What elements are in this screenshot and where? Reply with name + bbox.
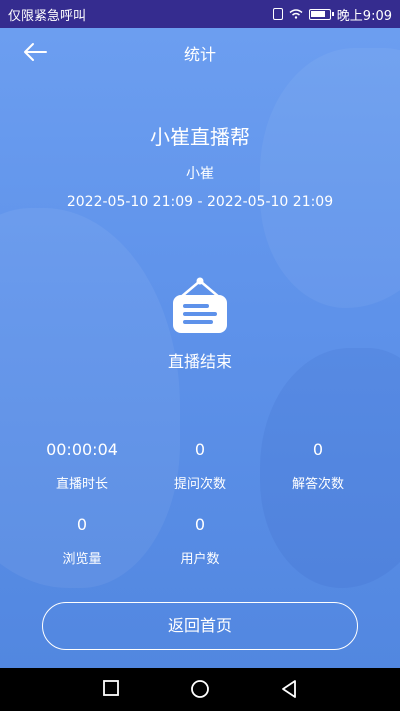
return-home-button[interactable]: 返回首页 [42, 602, 358, 650]
live-time-range: 2022-05-10 21:09 - 2022-05-10 21:09 [66, 194, 334, 210]
page-title: 统计 [183, 45, 216, 64]
wifi-icon [289, 9, 303, 19]
top-bar: 统计 [0, 28, 400, 76]
stat-questions: 0 提问次数 [140, 440, 260, 492]
stat-users: 0 用户数 [140, 515, 260, 567]
stat-value: 0 [76, 515, 88, 534]
stat-label: 用户数 [180, 552, 220, 567]
stat-label: 解答次数 [291, 477, 344, 492]
host-name: 小崔 [186, 166, 214, 182]
stat-value: 0 [194, 440, 206, 459]
app-screen: 统计 小崔直播帮 小崔 2022-05-10 21:09 - 2022-05-1… [0, 28, 400, 668]
stat-label: 直播时长 [55, 477, 108, 492]
live-title: 小崔直播帮 [150, 125, 250, 149]
status-icons: 晚上9:09 [272, 5, 392, 24]
triangle-back-icon[interactable] [280, 679, 298, 699]
stat-answers: 0 解答次数 [258, 440, 378, 492]
stat-views: 0 浏览量 [22, 515, 142, 567]
circle-icon[interactable] [190, 679, 210, 699]
stat-value: 0 [312, 440, 324, 459]
status-bar: 仅限紧急呼叫 晚上9:09 [0, 0, 400, 28]
stat-value: 00:00:04 [46, 440, 118, 459]
stat-duration: 00:00:04 直播时长 [22, 440, 142, 492]
stat-label: 提问次数 [173, 477, 226, 492]
system-nav-bar [0, 668, 400, 711]
battery-icon [308, 8, 334, 20]
stat-value: 0 [194, 515, 206, 534]
square-icon[interactable] [102, 679, 120, 697]
vibrate-icon [272, 8, 283, 20]
status-time: 晚上9:09 [336, 8, 392, 24]
hanging-sign-icon [171, 277, 229, 337]
live-ended-label: 直播结束 [167, 352, 232, 371]
stat-label: 浏览量 [62, 552, 102, 567]
status-carrier-text: 仅限紧急呼叫 [8, 8, 87, 24]
